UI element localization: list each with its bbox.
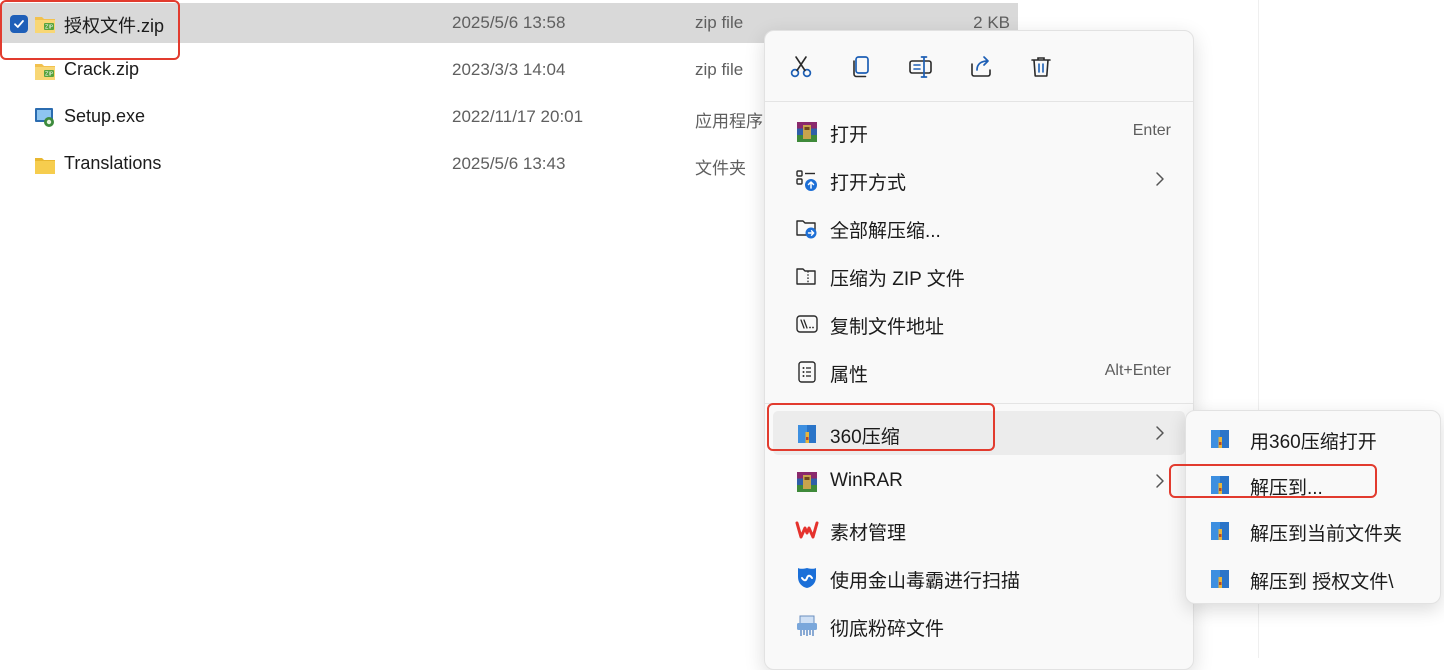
- trash-icon: [1031, 57, 1051, 77]
- folder-icon: [35, 158, 55, 174]
- quick-actions-bar: [765, 31, 1193, 101]
- properties-icon: [798, 361, 816, 383]
- menu-item-extract-all[interactable]: 全部解压缩...: [773, 205, 1185, 249]
- menu-item-copy-path[interactable]: 复制文件地址: [773, 301, 1185, 345]
- rename-icon: [909, 56, 932, 78]
- cut-button[interactable]: [785, 51, 817, 83]
- chevron-right-icon: [1156, 172, 1164, 186]
- file-date: 2025/5/6 13:58: [452, 13, 566, 32]
- file-date: 2023/3/3 14:04: [452, 60, 566, 79]
- submenu-item-extract-to-folder[interactable]: 解压到 授权文件\: [1192, 555, 1434, 599]
- menu-item-properties[interactable]: 属性 Alt+Enter: [773, 349, 1185, 393]
- menu-item-asset-manager[interactable]: 素材管理: [773, 507, 1185, 551]
- file-date: 2022/11/17 20:01: [452, 107, 584, 126]
- menu-item-open-with[interactable]: 打开方式: [773, 157, 1185, 201]
- 360zip-icon: [1211, 476, 1229, 494]
- file-type: 应用程序: [695, 112, 763, 131]
- menu-item-label: 360压缩: [830, 427, 900, 448]
- rename-button[interactable]: [905, 51, 937, 83]
- copy-path-icon: [796, 315, 818, 333]
- open-with-icon: [796, 170, 817, 191]
- wps-icon: [795, 521, 819, 539]
- submenu-item-label: 解压到 授权文件\: [1250, 572, 1394, 593]
- file-type: zip file: [695, 60, 744, 79]
- menu-item-label: 使用金山毒霸进行扫描: [830, 571, 1021, 592]
- zip-file-icon: ZIP: [35, 64, 55, 80]
- file-name: 授权文件.zip: [64, 16, 165, 36]
- submenu-item-extract-here[interactable]: 解压到当前文件夹: [1192, 507, 1434, 551]
- submenu-item-label: 解压到...: [1250, 478, 1323, 499]
- submenu-360zip: 用360压缩打开 解压到... 解压到当前文件夹 解压到 授权文件\: [1185, 410, 1441, 604]
- context-menu: 打开 Enter 打开方式 全部解压缩... 压缩为 ZIP 文件 复制文件地址…: [764, 30, 1194, 670]
- menu-item-label: 属性: [830, 365, 869, 386]
- shredder-icon: [797, 615, 817, 636]
- menu-item-label: 打开: [830, 125, 869, 146]
- menu-item-label: 复制文件地址: [830, 317, 945, 338]
- share-button[interactable]: [965, 51, 997, 83]
- menu-item-compress-zip[interactable]: 压缩为 ZIP 文件: [773, 253, 1185, 297]
- scissors-icon: [790, 56, 812, 78]
- setup-exe-icon: [35, 108, 54, 127]
- chevron-right-icon: [1156, 426, 1164, 440]
- file-name: Setup.exe: [64, 106, 146, 126]
- menu-item-label: 全部解压缩...: [830, 221, 941, 242]
- menu-item-open[interactable]: 打开 Enter: [773, 109, 1185, 153]
- menu-shortcut: Enter: [1132, 122, 1171, 139]
- file-date: 2025/5/6 13:43: [452, 154, 566, 173]
- 360zip-icon: [1211, 522, 1229, 540]
- file-type: 文件夹: [695, 159, 746, 178]
- svg-text:ZIP: ZIP: [45, 25, 53, 31]
- svg-text:ZIP: ZIP: [45, 72, 53, 78]
- menu-item-label: WinRAR: [830, 470, 903, 491]
- copy-button[interactable]: [845, 51, 877, 83]
- 360zip-icon: [1211, 570, 1229, 588]
- 360zip-icon: [1211, 430, 1229, 448]
- menu-divider: [765, 403, 1193, 404]
- file-type: zip file: [695, 13, 744, 32]
- menu-shortcut: Alt+Enter: [1104, 362, 1171, 379]
- file-name: Crack.zip: [64, 59, 140, 79]
- copy-icon: [853, 56, 869, 78]
- winrar-icon: [797, 472, 817, 492]
- menu-item-shred-file[interactable]: 彻底粉碎文件: [773, 603, 1185, 647]
- extract-all-icon: [796, 220, 817, 239]
- menu-item-label: 打开方式: [830, 173, 907, 194]
- submenu-item-label: 用360压缩打开: [1250, 432, 1377, 453]
- menu-item-winrar[interactable]: WinRAR: [773, 459, 1185, 503]
- 360zip-icon: [798, 425, 816, 443]
- delete-button[interactable]: [1025, 51, 1057, 83]
- row-checkbox[interactable]: [10, 15, 28, 33]
- menu-item-duba-scan[interactable]: 使用金山毒霸进行扫描: [773, 555, 1185, 599]
- menu-item-360zip[interactable]: 360压缩: [773, 411, 1185, 455]
- submenu-item-open-with-360[interactable]: 用360压缩打开: [1192, 415, 1434, 459]
- submenu-item-label: 解压到当前文件夹: [1250, 524, 1403, 545]
- chevron-right-icon: [1156, 474, 1164, 488]
- submenu-item-extract-to[interactable]: 解压到...: [1192, 461, 1434, 505]
- share-icon: [971, 56, 991, 77]
- checkmark-icon: [14, 20, 24, 28]
- winrar-icon: [797, 122, 817, 142]
- compress-zip-icon: [796, 268, 816, 285]
- menu-divider: [765, 101, 1193, 102]
- menu-item-label: 彻底粉碎文件: [830, 619, 945, 640]
- file-name: Translations: [64, 153, 162, 173]
- menu-item-label: 素材管理: [830, 523, 907, 544]
- zip-file-icon: ZIP: [35, 17, 55, 33]
- menu-item-label: 压缩为 ZIP 文件: [830, 269, 965, 290]
- duba-icon: [798, 568, 816, 588]
